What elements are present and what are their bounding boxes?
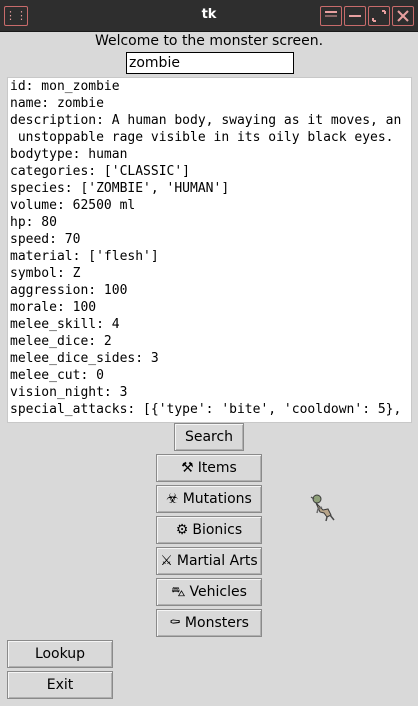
monsters-button[interactable]: ⚰ Monsters [156, 609, 262, 637]
maximize-icon[interactable] [368, 6, 390, 26]
close-icon[interactable] [392, 6, 414, 26]
monster-info-content: id: mon_zombie name: zombie description:… [10, 79, 402, 417]
main-content: Welcome to the monster screen. id: mon_z… [0, 32, 418, 706]
exit-button[interactable]: Exit [7, 671, 113, 699]
items-button[interactable]: ⚒ Items [156, 454, 262, 482]
biohazard-icon: ☣ [166, 491, 179, 507]
coffin-icon: ⚰ [169, 615, 181, 631]
vehicle-icon: ⛍ [171, 584, 186, 600]
monster-info-text[interactable]: id: mon_zombie name: zombie description:… [7, 77, 412, 423]
hammer-pick-icon: ⚒ [181, 460, 194, 476]
welcome-label: Welcome to the monster screen. [94, 33, 324, 49]
minimize-icon[interactable] [344, 6, 366, 26]
vehicles-label: Vehicles [189, 584, 247, 600]
search-input[interactable] [126, 52, 294, 74]
vehicles-button[interactable]: ⛍ Vehicles [156, 578, 262, 606]
mutations-label: Mutations [182, 491, 252, 507]
zombie-sprite-icon [307, 493, 337, 523]
bionics-button[interactable]: ⚙ Bionics [156, 516, 262, 544]
lookup-button[interactable]: Lookup [7, 640, 113, 668]
martial-arts-label: Martial Arts [176, 553, 258, 569]
bionics-label: Bionics [192, 522, 243, 538]
title-bar: ⋮⋮ tk [0, 0, 418, 32]
shade-window-icon[interactable] [320, 6, 342, 26]
martial-arts-button[interactable]: ⚔ Martial Arts [156, 547, 262, 575]
mutations-button[interactable]: ☣ Mutations [156, 485, 262, 513]
search-button[interactable]: Search [174, 423, 244, 451]
gear-icon: ⚙ [175, 522, 189, 538]
crossed-swords-icon: ⚔ [160, 553, 173, 569]
monsters-label: Monsters [184, 615, 249, 631]
items-label: Items [197, 460, 237, 476]
